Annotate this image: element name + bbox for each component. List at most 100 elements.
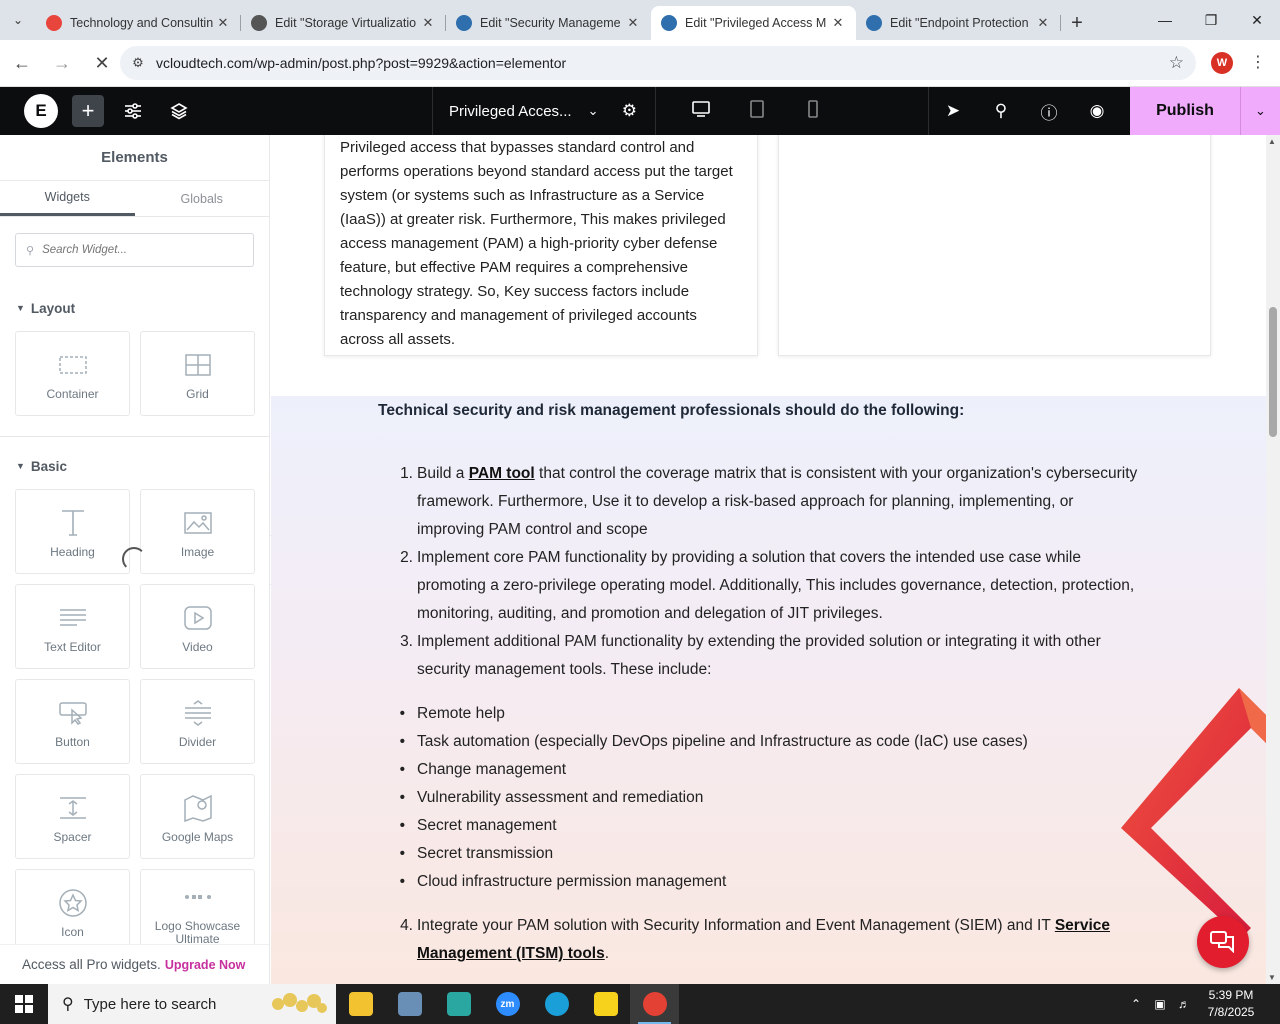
volume-icon[interactable]: ♬ [1172, 997, 1196, 1011]
bullet-text: Change management [417, 761, 567, 778]
tab-close-icon[interactable]: ✕ [625, 15, 641, 31]
finder-search-icon[interactable]: ⚲ [977, 101, 1025, 121]
forward-button[interactable]: → [44, 45, 80, 81]
bullet-text: Secret management [417, 817, 557, 834]
list-item: 4. Integrate your PAM solution with Secu… [378, 912, 1138, 968]
loading-spinner [122, 547, 146, 571]
minimize-icon[interactable]: — [1142, 0, 1188, 40]
empty-card[interactable] [778, 135, 1211, 356]
chevron-down-icon: ⌄ [587, 103, 599, 118]
back-button[interactable]: ← [4, 45, 40, 81]
taskbar-sticky-notes-icon[interactable] [581, 984, 630, 1024]
widget-search-input[interactable] [42, 244, 243, 256]
widget-container[interactable]: Container [15, 331, 130, 416]
browser-tab[interactable]: Technology and Consultin ✕ [36, 6, 241, 40]
tab-close-icon[interactable]: ✕ [830, 15, 846, 31]
address-bar[interactable]: ⚙ vcloudtech.com/wp-admin/post.php?post=… [120, 46, 1196, 80]
tab-search-chevron-icon[interactable]: ⌄ [0, 0, 36, 40]
scroll-down-icon[interactable]: ▼ [1268, 973, 1276, 982]
text-card[interactable]: Privileged access that bypasses standard… [324, 135, 758, 356]
taskbar-search-box[interactable]: ⚲ Type here to search [48, 984, 336, 1024]
editor-canvas[interactable]: Privileged access that bypasses standard… [271, 135, 1266, 984]
tab-close-icon[interactable]: ✕ [420, 15, 436, 31]
network-icon[interactable]: ▣ [1148, 997, 1172, 1011]
widget-grid[interactable]: Grid [140, 331, 255, 416]
browser-tab[interactable]: Edit "Storage Virtualizatio ✕ [241, 6, 446, 40]
widget-spacer[interactable]: Spacer [15, 774, 130, 859]
clock-date: 7/8/2025 [1207, 1005, 1255, 1019]
add-element-button[interactable]: + [72, 95, 104, 127]
browser-tab[interactable]: Edit "Privileged Access M ✕ [651, 6, 856, 40]
url-text[interactable]: vcloudtech.com/wp-admin/post.php?post=99… [156, 55, 566, 71]
taskbar-file-explorer-icon[interactable] [336, 984, 385, 1024]
stop-loading-button[interactable]: ✕ [84, 45, 120, 81]
preview-eye-icon[interactable]: ◉ [1073, 101, 1121, 121]
windows-start-icon[interactable] [0, 984, 48, 1024]
site-settings-sliders-icon[interactable] [110, 87, 156, 135]
scrollbar-thumb[interactable] [1269, 307, 1277, 437]
widget-divider[interactable]: Divider [140, 679, 255, 764]
mobile-icon[interactable] [785, 99, 841, 123]
widget-video[interactable]: Video [140, 584, 255, 669]
tab-favicon-icon [866, 15, 882, 31]
list-item: 1. Build a PAM tool that control the cove… [378, 460, 1138, 544]
widget-text-editor[interactable]: Text Editor [15, 584, 130, 669]
restore-icon[interactable]: ❐ [1188, 0, 1234, 40]
taskbar-app-3-icon[interactable] [434, 984, 483, 1024]
taskbar-chrome-icon[interactable] [630, 984, 679, 1024]
widget-label: Video [182, 640, 213, 655]
chat-support-icon[interactable] [1197, 916, 1249, 968]
elementor-logo-button[interactable]: E [24, 94, 58, 128]
list-text-pre: Integrate your PAM solution with Securit… [417, 917, 1055, 934]
publish-button[interactable]: Publish [1130, 87, 1240, 135]
widget-button[interactable]: Button [15, 679, 130, 764]
widget-grid: Container Grid [0, 331, 269, 416]
bullet-dot: • [399, 873, 405, 890]
taskbar-zoom-icon[interactable]: zm [483, 984, 532, 1024]
widget-icon[interactable]: Icon [15, 869, 130, 954]
tab-widgets[interactable]: Widgets [0, 181, 135, 216]
browser-tab[interactable]: Edit "Endpoint Protection ✕ [856, 6, 1061, 40]
category-basic[interactable]: ▼ Basic [0, 451, 269, 481]
bullet-dot: • [399, 733, 405, 750]
widget-logo-showcase-ultimate[interactable]: Logo Showcase Ultimate [140, 869, 255, 954]
tablet-icon[interactable] [729, 99, 785, 123]
widget-google-maps[interactable]: Google Maps [140, 774, 255, 859]
upgrade-now-link[interactable]: Upgrade Now [165, 958, 246, 972]
widget-search-box[interactable]: ⚲ [15, 233, 254, 267]
widget-image[interactable]: Image [140, 489, 255, 574]
show-hidden-icons-chevron-icon[interactable]: ⌃ [1124, 997, 1148, 1011]
list-number: 4. [400, 917, 413, 934]
panel-tabs: Widgets Globals [0, 181, 269, 217]
structure-layers-icon[interactable] [156, 87, 202, 135]
tab-close-icon[interactable]: ✕ [215, 15, 231, 31]
bookmark-star-icon[interactable]: ☆ [1169, 53, 1184, 73]
list-item: 2. Implement core PAM functionality by pr… [378, 544, 1138, 628]
widget-heading[interactable]: Heading [15, 489, 130, 574]
document-title-dropdown[interactable]: Privileged Acces... ⌄ ⚙ [432, 87, 656, 135]
taskbar-app-2-icon[interactable] [385, 984, 434, 1024]
browser-tab[interactable]: Edit "Security Manageme ✕ [446, 6, 651, 40]
widget-label: Image [180, 545, 215, 560]
tab-close-icon[interactable]: ✕ [1035, 15, 1051, 31]
desktop-icon[interactable] [673, 100, 729, 122]
tab-globals[interactable]: Globals [135, 181, 270, 216]
new-tab-button[interactable]: + [1061, 6, 1093, 40]
site-info-icon[interactable]: ⚙ [120, 55, 156, 71]
page-settings-gear-icon[interactable]: ⚙ [622, 101, 637, 121]
taskbar-edge-icon[interactable] [532, 984, 581, 1024]
scroll-up-icon[interactable]: ▲ [1268, 137, 1276, 146]
close-window-icon[interactable]: ✕ [1234, 0, 1280, 40]
taskbar-clock[interactable]: 5:39 PM 7/8/2025 [1196, 987, 1266, 1021]
whats-new-megaphone-icon[interactable]: ➤ [929, 101, 977, 121]
canvas-scrollbar[interactable]: ▲ ▼ [1266, 135, 1280, 984]
help-icon[interactable]: ⓘ [1025, 99, 1073, 124]
taskbar-search-placeholder: Type here to search [83, 995, 217, 1013]
pam-tool-link[interactable]: PAM tool [469, 465, 535, 482]
profile-avatar[interactable]: W [1211, 52, 1233, 74]
browser-menu-icon[interactable]: ⋮ [1250, 52, 1266, 72]
category-layout[interactable]: ▼ Layout [0, 293, 269, 323]
chrome-glyph [642, 992, 667, 1016]
bullet-item: • Remote help [378, 700, 1138, 728]
publish-options-chevron-icon[interactable]: ⌄ [1240, 87, 1280, 135]
